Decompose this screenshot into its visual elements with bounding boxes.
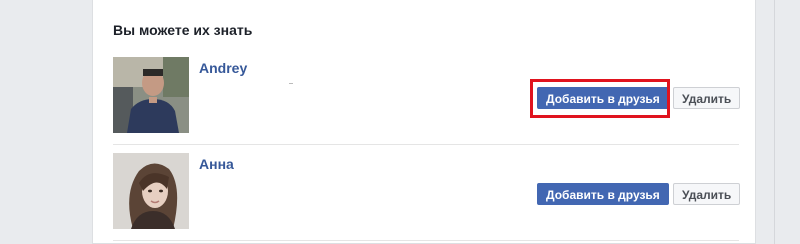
- card-title: Вы можете их знать: [113, 22, 253, 38]
- avatar-photo-2: [113, 153, 189, 229]
- suggestion-row: Andrey Добавить в друзья Удалить: [113, 57, 741, 141]
- remove-button[interactable]: Удалить: [673, 183, 741, 205]
- add-friend-button[interactable]: Добавить в друзья: [537, 183, 669, 205]
- divider-mark: [289, 83, 293, 84]
- suggestion-row: Анна Добавить в друзья Удалить: [113, 153, 741, 237]
- person-name[interactable]: Анна: [199, 156, 234, 172]
- people-you-may-know-card: Вы можете их знать Andrey Добавить в дру…: [92, 0, 756, 244]
- person-name[interactable]: Andrey: [199, 60, 247, 76]
- avatar[interactable]: [113, 153, 189, 229]
- avatar[interactable]: [113, 57, 189, 133]
- remove-button[interactable]: Удалить: [673, 87, 741, 109]
- page-edge: [774, 0, 775, 244]
- row-divider: [113, 240, 739, 241]
- row-divider: [113, 144, 739, 145]
- avatar-photo-1: [113, 57, 189, 133]
- add-friend-button[interactable]: Добавить в друзья: [537, 87, 669, 109]
